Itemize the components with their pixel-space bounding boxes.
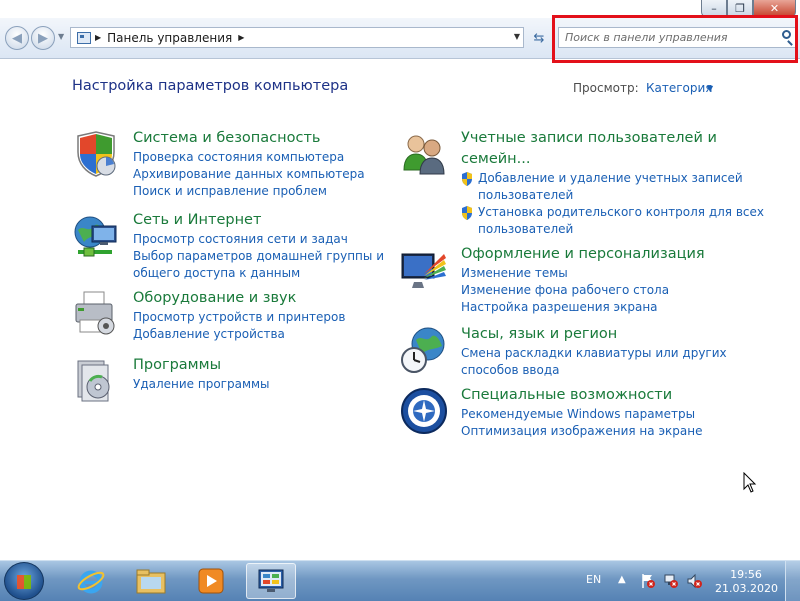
category-link[interactable]: Архивирование данных компьютера (133, 166, 365, 183)
clock-date: 21.03.2020 (715, 582, 778, 595)
breadcrumb-arrow-icon[interactable]: ▶ (238, 33, 244, 42)
control-panel-window: – ❐ ✕ ◀ ▶ ▼ ▶ Панель управления ▶ ▼ ⇆ По… (0, 0, 800, 560)
view-by-category-dropdown[interactable]: Категория (646, 81, 713, 95)
programs-icon (77, 360, 110, 402)
category-link[interactable]: Рекомендуемые Windows параметры (461, 406, 702, 423)
view-label: Просмотр: (573, 81, 639, 95)
clock-globe-icon (401, 327, 445, 373)
category-title[interactable]: Программы (133, 355, 270, 376)
category-link[interactable]: общего доступа к данным (133, 265, 384, 282)
internet-explorer-icon (77, 570, 105, 594)
media-player-icon (198, 568, 224, 594)
category-link-text[interactable]: Установка родительского контроля для все… (478, 204, 764, 221)
breadcrumb-arrow-icon[interactable]: ▶ (95, 33, 101, 42)
taskbar-internet-explorer[interactable] (66, 563, 116, 599)
show-hidden-icons-icon[interactable]: ▲ (618, 574, 626, 585)
uac-shield-icon (462, 206, 472, 220)
taskbar-control-panel[interactable] (246, 563, 296, 599)
chevron-down-icon[interactable]: ▼ (707, 84, 713, 93)
category-link[interactable]: Удаление программы (133, 376, 270, 393)
taskbar: EN ▲ 19:56 21.03.2020 (0, 560, 800, 601)
category-link[interactable]: Оптимизация изображения на экране (461, 423, 702, 440)
taskbar-explorer[interactable] (126, 563, 176, 599)
start-button[interactable] (4, 562, 44, 600)
printer-icon (75, 291, 115, 335)
taskbar-media-player[interactable] (186, 563, 236, 599)
back-arrow-icon: ◀ (12, 30, 22, 46)
category-link[interactable]: Смена раскладки клавиатуры или других (461, 345, 727, 362)
clock-time: 19:56 (730, 568, 762, 581)
back-button[interactable]: ◀ (5, 26, 29, 50)
category-title[interactable]: Специальные возможности (461, 385, 702, 406)
category-title[interactable]: Сеть и Интернет (133, 210, 384, 231)
category-link[interactable]: Настройка разрешения экрана (461, 299, 705, 316)
shield-icon (77, 131, 116, 177)
network-globe-icon (74, 216, 117, 257)
control-panel-small-icon (77, 31, 91, 44)
users-icon (403, 135, 445, 175)
category-title[interactable]: Оборудование и звук (133, 288, 345, 309)
forward-arrow-icon: ▶ (38, 30, 48, 46)
volume-muted-icon[interactable] (686, 573, 702, 589)
action-center-flag-icon[interactable] (640, 573, 656, 589)
recent-pages-dropdown-icon[interactable]: ▼ (58, 32, 64, 41)
category-link[interactable]: Изменение фона рабочего стола (461, 282, 705, 299)
category-title[interactable]: Система и безопасность (133, 128, 365, 149)
category-link[interactable]: Установка родительского контроля для все… (461, 204, 764, 238)
category-title[interactable]: Часы, язык и регион (461, 324, 727, 345)
accessibility-icon (401, 388, 447, 434)
uac-shield-icon (462, 172, 472, 186)
explorer-folder-icon (136, 569, 166, 594)
category-link[interactable]: Изменение темы (461, 265, 705, 282)
forward-button[interactable]: ▶ (31, 26, 55, 50)
search-highlight-box (552, 15, 798, 63)
monitor-palette-icon (401, 253, 446, 288)
refresh-button[interactable]: ⇆ (528, 28, 550, 48)
category-link[interactable]: Просмотр устройств и принтеров (133, 309, 345, 326)
category-link[interactable]: Просмотр состояния сети и задач (133, 231, 384, 248)
taskbar-clock[interactable]: 19:56 21.03.2020 (715, 568, 778, 596)
category-link-text[interactable]: пользователей (478, 221, 764, 238)
category-link[interactable]: Поиск и исправление проблем (133, 183, 365, 200)
category-title[interactable]: Оформление и персонализация (461, 244, 705, 265)
category-link[interactable]: Выбор параметров домашней группы и (133, 248, 384, 265)
network-tray-icon[interactable] (663, 573, 679, 589)
category-link[interactable]: Добавление устройства (133, 326, 345, 343)
category-link-text[interactable]: пользователей (478, 187, 743, 204)
mouse-cursor-icon (743, 472, 757, 493)
address-dropdown-icon[interactable]: ▼ (514, 32, 520, 41)
category-link[interactable]: Добавление и удаление учетных записей по… (461, 170, 764, 204)
category-title[interactable]: Учетные записи пользователей и (461, 128, 764, 149)
category-link[interactable]: способов ввода (461, 362, 727, 379)
control-panel-icon (258, 569, 284, 592)
category-link[interactable]: Проверка состояния компьютера (133, 149, 365, 166)
language-indicator[interactable]: EN (586, 573, 601, 586)
breadcrumb-control-panel[interactable]: Панель управления (107, 31, 232, 45)
page-title: Настройка параметров компьютера (72, 78, 349, 94)
category-link-text[interactable]: Добавление и удаление учетных записей (478, 170, 743, 187)
category-title-continued[interactable]: семейн... (461, 149, 764, 170)
address-bar[interactable]: ▶ Панель управления ▶ ▼ (70, 27, 524, 48)
show-desktop-button[interactable] (785, 561, 800, 601)
